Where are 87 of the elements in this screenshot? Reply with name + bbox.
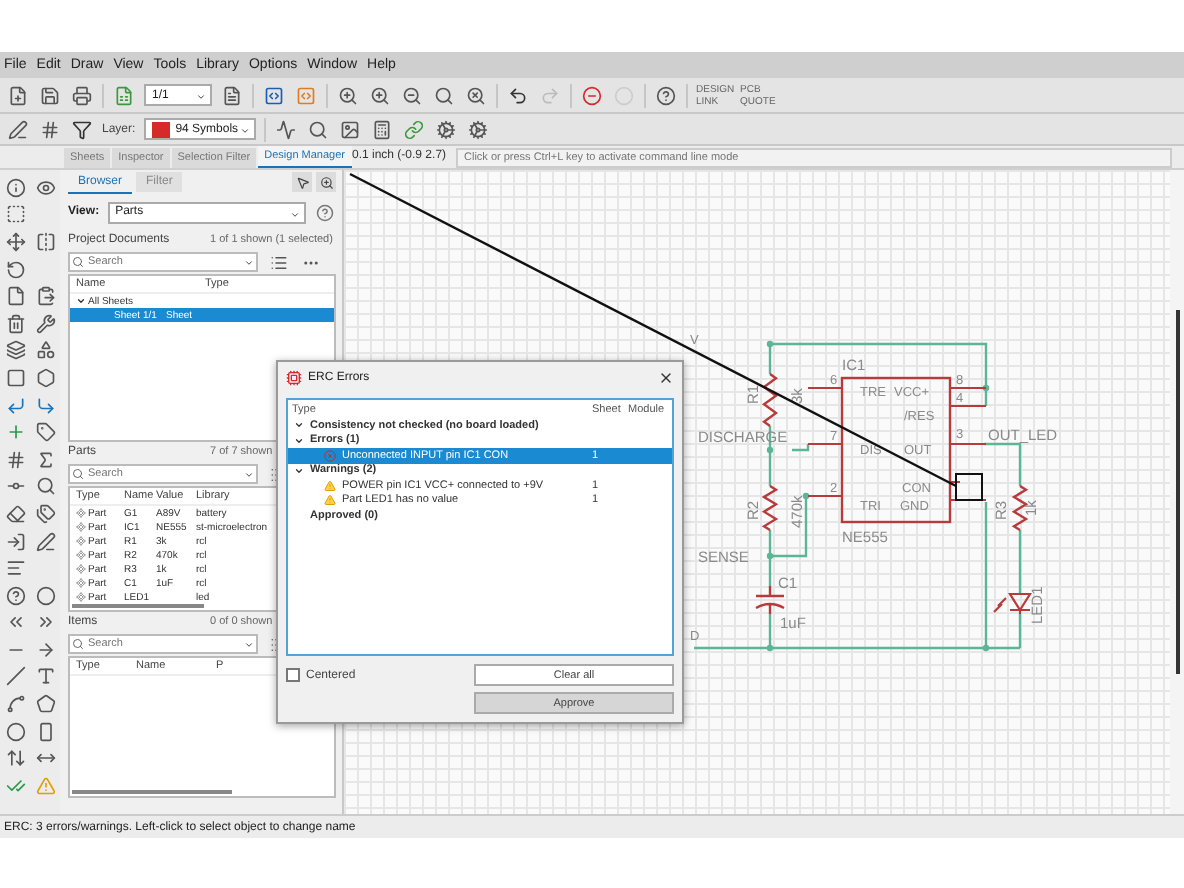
close-icon[interactable] bbox=[658, 370, 674, 386]
scrollbar[interactable] bbox=[72, 790, 232, 794]
resistor-symbol bbox=[761, 373, 779, 427]
eye-icon[interactable] bbox=[35, 176, 57, 199]
search-icon bbox=[72, 256, 84, 268]
text-icon[interactable] bbox=[35, 665, 57, 688]
junction-dot bbox=[802, 492, 810, 500]
zoom-out-icon[interactable] bbox=[400, 83, 424, 107]
sheet-icon[interactable] bbox=[112, 83, 136, 107]
square-icon[interactable] bbox=[5, 366, 27, 389]
gear-icon[interactable] bbox=[465, 117, 490, 141]
label-icon[interactable] bbox=[35, 421, 57, 444]
print-icon[interactable] bbox=[70, 83, 94, 107]
document-icon[interactable] bbox=[220, 83, 244, 107]
junction-dot bbox=[766, 446, 774, 454]
image-icon[interactable] bbox=[337, 117, 362, 141]
resistor-symbol bbox=[761, 484, 779, 532]
hexagon-icon[interactable] bbox=[35, 366, 57, 389]
filter-icon[interactable] bbox=[70, 117, 94, 141]
select-box-icon[interactable] bbox=[5, 203, 27, 226]
part-icon bbox=[76, 592, 86, 602]
line-icon[interactable] bbox=[5, 665, 27, 688]
wire bbox=[792, 444, 810, 452]
caret-icon bbox=[289, 209, 300, 217]
info-icon[interactable] bbox=[5, 176, 27, 199]
rotate-icon[interactable] bbox=[5, 258, 27, 281]
help-icon[interactable] bbox=[313, 200, 336, 224]
eraser-icon[interactable] bbox=[5, 502, 27, 525]
zoom-in-icon[interactable] bbox=[368, 83, 392, 107]
save-icon[interactable] bbox=[38, 83, 62, 107]
part-icon bbox=[76, 508, 86, 518]
app-icon bbox=[286, 370, 302, 386]
caret-icon bbox=[244, 258, 254, 266]
link-icon[interactable] bbox=[401, 117, 426, 141]
lines-icon[interactable] bbox=[5, 557, 27, 580]
zoom-icon[interactable] bbox=[316, 172, 336, 192]
note-icon[interactable] bbox=[35, 530, 57, 553]
question-icon[interactable] bbox=[5, 584, 27, 607]
rectangle-icon[interactable] bbox=[35, 720, 57, 743]
gear-icon[interactable] bbox=[433, 117, 458, 141]
part-icon bbox=[76, 550, 86, 560]
document-icon[interactable] bbox=[5, 285, 27, 308]
selection-box bbox=[955, 473, 983, 501]
arc-icon[interactable] bbox=[5, 693, 27, 716]
wave-icon[interactable] bbox=[273, 117, 298, 141]
resistor-symbol bbox=[1011, 484, 1029, 532]
search-icon bbox=[72, 638, 84, 650]
port-icon[interactable] bbox=[5, 530, 27, 553]
arrow-icon[interactable] bbox=[35, 638, 57, 661]
wrench-icon[interactable] bbox=[35, 312, 57, 335]
scrollbar[interactable] bbox=[72, 604, 204, 608]
junction-dot bbox=[766, 340, 774, 348]
paste-icon[interactable] bbox=[35, 285, 57, 308]
junction-dot bbox=[766, 552, 774, 560]
caret-icon bbox=[239, 126, 250, 134]
centered-checkbox[interactable] bbox=[286, 668, 300, 682]
circle-icon[interactable] bbox=[5, 720, 27, 743]
calculator-icon[interactable] bbox=[369, 117, 394, 141]
tags-icon[interactable] bbox=[35, 502, 57, 525]
part-icon bbox=[76, 522, 86, 532]
stop-icon[interactable] bbox=[580, 83, 604, 107]
layers-icon[interactable] bbox=[5, 339, 27, 362]
junction-dot bbox=[766, 644, 774, 652]
part-icon bbox=[76, 578, 86, 588]
shapes-icon[interactable] bbox=[35, 339, 57, 362]
new-file-icon[interactable] bbox=[6, 83, 30, 107]
pencil-icon[interactable] bbox=[6, 117, 30, 141]
grid-icon[interactable] bbox=[38, 117, 62, 141]
search-icon[interactable] bbox=[305, 117, 330, 141]
caret-icon bbox=[244, 470, 254, 478]
error-icon bbox=[324, 449, 336, 462]
led-symbol bbox=[992, 592, 1032, 616]
delete-icon[interactable] bbox=[5, 312, 27, 335]
caret-icon bbox=[196, 92, 206, 100]
move-icon[interactable] bbox=[5, 230, 27, 253]
caret-icon bbox=[244, 640, 254, 648]
undo-icon[interactable] bbox=[506, 83, 530, 107]
help-icon[interactable] bbox=[654, 83, 678, 107]
part-icon bbox=[76, 536, 86, 546]
junction-dot bbox=[982, 644, 990, 652]
scrollbar[interactable] bbox=[1175, 310, 1179, 674]
part-icon bbox=[76, 564, 86, 574]
search-icon bbox=[72, 468, 84, 480]
polygon-icon[interactable] bbox=[35, 693, 57, 716]
junction-dot bbox=[982, 384, 990, 392]
cursor-icon[interactable] bbox=[292, 172, 312, 192]
search-icon[interactable] bbox=[35, 475, 57, 498]
